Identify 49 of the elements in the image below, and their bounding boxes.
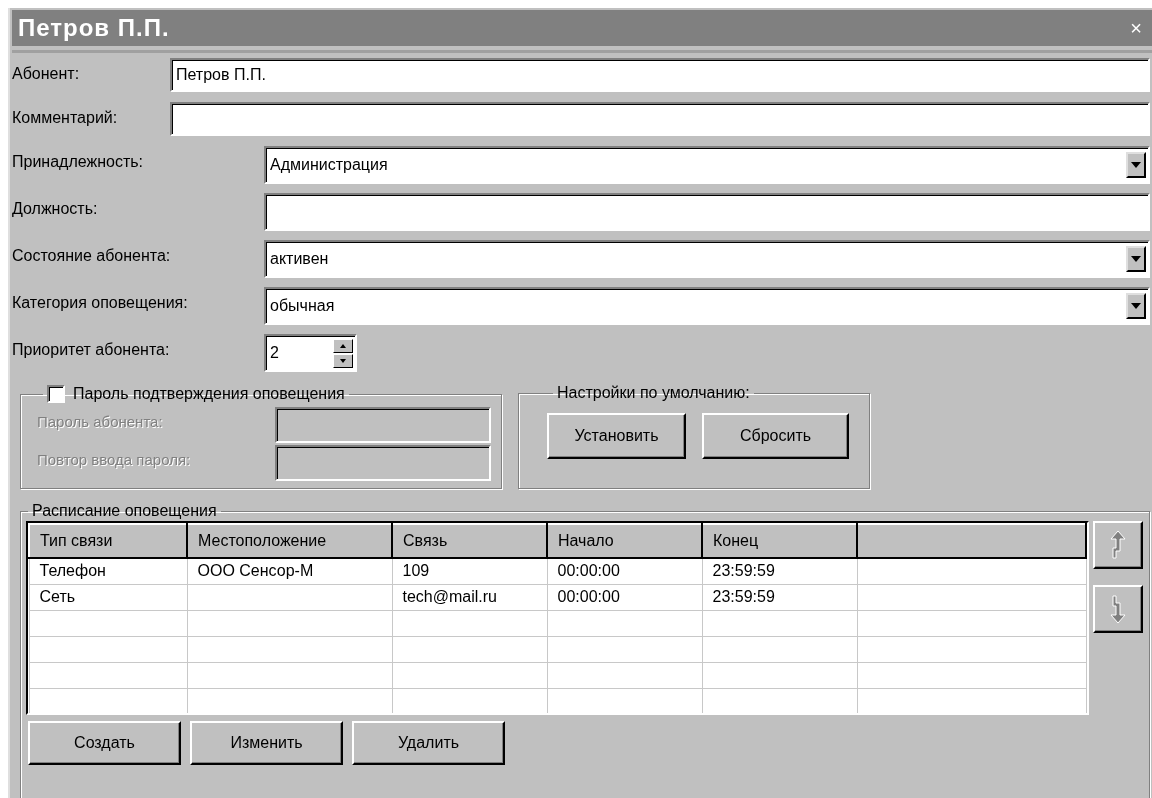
table-cell: 00:00:00 bbox=[547, 558, 702, 584]
table-cell: 23:59:59 bbox=[702, 558, 857, 584]
dropdown[interactable]: обычная bbox=[264, 287, 1150, 325]
column-header[interactable]: Конец bbox=[702, 524, 857, 558]
push-button[interactable]: Создать bbox=[28, 721, 181, 765]
dropdown[interactable]: активен bbox=[264, 240, 1150, 278]
caret-up-icon bbox=[340, 343, 346, 348]
field-label: Пароль абонента: bbox=[37, 412, 164, 432]
field-label: Комментарий: bbox=[12, 108, 119, 128]
spin-up-button[interactable] bbox=[333, 338, 353, 353]
dropdown[interactable]: Администрация bbox=[264, 146, 1150, 184]
field-label: Приоритет абонента: bbox=[12, 340, 171, 360]
table-cell: 23:59:59 bbox=[702, 584, 857, 610]
input-field[interactable]: Петров П.П. bbox=[170, 58, 1150, 92]
push-button[interactable]: Изменить bbox=[190, 721, 343, 765]
push-button[interactable]: Удалить bbox=[352, 721, 505, 765]
input-field[interactable] bbox=[264, 193, 1150, 231]
column-header[interactable]: Связь bbox=[392, 524, 547, 558]
close-button[interactable]: × bbox=[1130, 18, 1142, 38]
group-title: Расписание оповещения bbox=[32, 503, 217, 519]
field-label: Повтор ввода пароля: bbox=[37, 450, 192, 470]
table-cell: Сеть bbox=[29, 584, 187, 610]
field-label: Должность: bbox=[12, 199, 99, 219]
arrow-up-icon bbox=[1109, 530, 1127, 560]
table-cell: Телефон bbox=[29, 558, 187, 584]
field-label: Принадлежность: bbox=[12, 152, 144, 172]
column-header[interactable]: Тип связи bbox=[29, 524, 187, 558]
group-title: Настройки по умолчанию: bbox=[557, 385, 750, 401]
field-label: Абонент: bbox=[12, 64, 81, 84]
column-header[interactable]: Начало bbox=[547, 524, 702, 558]
field-label: Состояние абонента: bbox=[12, 246, 172, 266]
table-cell: ООО Сенсор-М bbox=[187, 558, 392, 584]
arrow-down-icon bbox=[1109, 594, 1127, 624]
checkbox[interactable] bbox=[47, 385, 65, 403]
table-cell: 00:00:00 bbox=[547, 584, 702, 610]
field-label: Категория оповещения: bbox=[12, 293, 189, 313]
table-cell: 109 bbox=[392, 558, 547, 584]
checkbox-label: Пароль подтверждения оповещения bbox=[73, 386, 345, 402]
spin-down-button[interactable] bbox=[333, 353, 353, 368]
input-field[interactable] bbox=[170, 102, 1150, 136]
window-title: Петров П.П. bbox=[18, 13, 170, 43]
push-button[interactable]: Сбросить bbox=[702, 413, 849, 459]
move-up-button[interactable] bbox=[1093, 521, 1143, 569]
spin-box[interactable]: 2 bbox=[264, 334, 357, 372]
push-button[interactable]: Установить bbox=[547, 413, 687, 459]
column-header[interactable]: Местоположение bbox=[187, 524, 392, 558]
table-cell: tech@mail.ru bbox=[392, 584, 547, 610]
move-down-button[interactable] bbox=[1093, 585, 1143, 633]
caret-down-icon bbox=[340, 358, 346, 363]
